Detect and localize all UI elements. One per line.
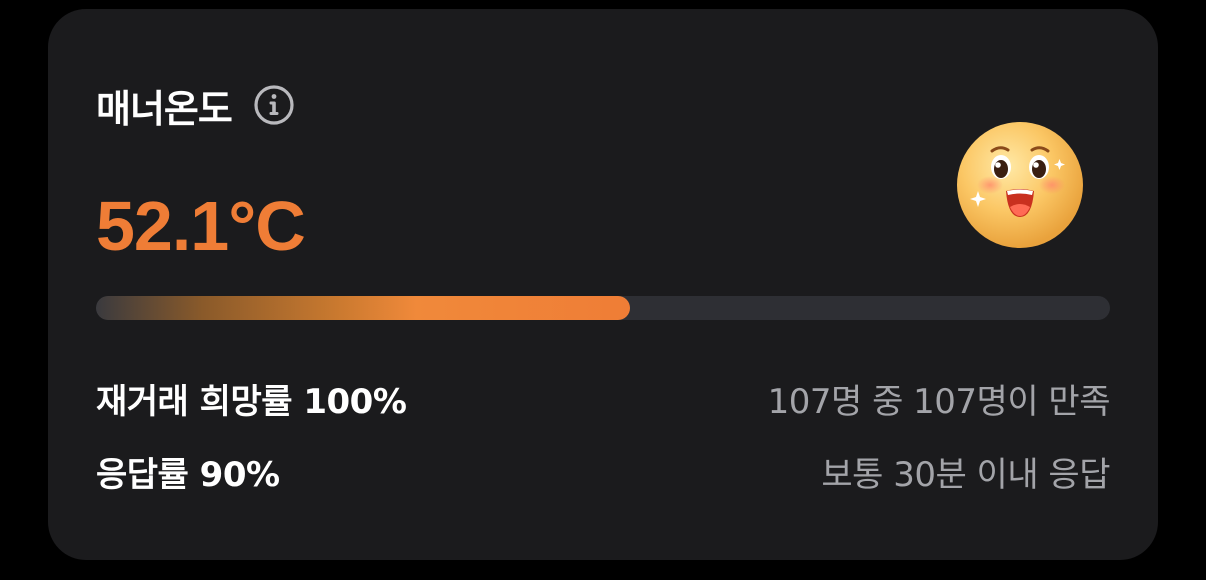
response-rate-detail: 보통 30분 이내 응답 [821, 454, 1110, 495]
response-rate-label: 응답률 90% [96, 454, 280, 495]
manner-temperature-card: 매너온도 52.1°C 재거래 희망률 100% 107명 중 107명이 만족… [48, 9, 1158, 560]
response-rate-row: 응답률 90% 보통 30분 이내 응답 [96, 446, 1110, 496]
info-icon[interactable] [252, 83, 296, 127]
temperature-progress-fill [96, 296, 631, 320]
rehire-rate-row: 재거래 희망률 100% 107명 중 107명이 만족 [96, 373, 1111, 423]
happy-face-emoji-icon [954, 119, 1086, 251]
title-row: 매너온도 [96, 73, 296, 137]
card-title: 매너온도 [96, 86, 233, 131]
temperature-progress-bar [96, 296, 1110, 320]
rehire-rate-detail: 107명 중 107명이 만족 [767, 381, 1111, 422]
rehire-rate-label: 재거래 희망률 100% [96, 381, 407, 422]
temperature-value: 52.1°C [96, 187, 306, 265]
